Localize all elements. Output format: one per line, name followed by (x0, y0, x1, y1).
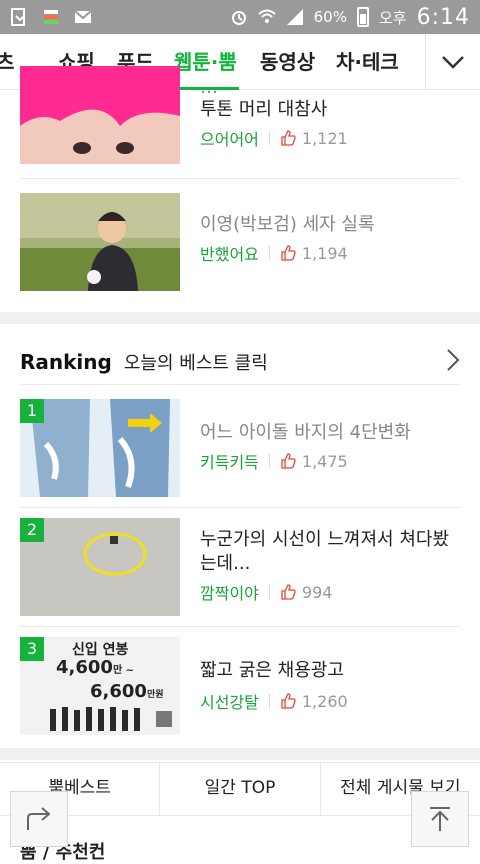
section-gap (0, 312, 480, 324)
thumbs-up-outline-icon (281, 693, 296, 709)
status-bar: 60% 오후 6:14 (0, 0, 480, 34)
chevron-right-icon (446, 348, 460, 376)
tab-sports[interactable]: 츠 (0, 34, 14, 90)
rank-badge: 1 (20, 399, 44, 423)
poster-line3: 6,600만원 (90, 681, 164, 702)
ranking-header[interactable]: Ranking 오늘의 베스트 클릭 (20, 338, 460, 386)
thumbs-up-outline-icon (281, 245, 296, 261)
poster-line2: 4,600만 ~ (56, 657, 134, 678)
thumbnail-child-photo (20, 193, 180, 291)
list-item-nick: 으어어어 (200, 130, 259, 149)
divider (20, 178, 460, 179)
thumbnail-salary-poster: 신입 연봉 4,600만 ~ 6,600만원 3 (20, 637, 180, 735)
footer-tab-daily-top[interactable]: 일간 TOP (160, 763, 321, 815)
ranking-item[interactable]: 1 어느 아이돌 바지의 4단변화 키득키득 1,475 (20, 399, 460, 499)
share-icon (27, 807, 51, 830)
divider (20, 507, 460, 508)
meta-divider (268, 694, 270, 708)
footer-tabs: 뿜베스트 일간 TOP 전체 게시물 보기 (0, 762, 480, 816)
divider (20, 626, 460, 627)
section-gap (0, 748, 480, 760)
meta-divider (268, 246, 270, 260)
ranking-item-likes: 1,475 (301, 451, 348, 471)
ranking-item-nick: 시선강탈 (200, 693, 259, 712)
ranking-item-nick: 깜짝이야 (200, 584, 259, 603)
meta-divider (268, 131, 270, 145)
ranking-item-title: 짧고 굵은 채용광고 (200, 660, 344, 681)
rank-badge: 3 (20, 637, 44, 661)
list-item[interactable]: 이영(박보검) 세자 실록 반했어요 1,194 (20, 193, 460, 293)
thumbs-up-outline-icon (281, 453, 296, 469)
thumbs-up-outline-icon (281, 130, 296, 146)
meta-divider (268, 585, 270, 599)
list-item-title: 이영(박보검) 세자 실록 (200, 214, 375, 235)
thumbnail-pink-hair (20, 66, 180, 164)
battery-icon (356, 7, 369, 27)
list-item-title: 투톤 머리 대참사 (200, 99, 328, 120)
wifi-icon (257, 9, 276, 23)
ranking-item-title: 어느 아이돌 바지의 4단변화 (200, 422, 411, 443)
clock: 6:14 (416, 4, 470, 30)
list-item[interactable]: … 투톤 머리 대참사 으어어어 1,121 (20, 66, 460, 166)
divider (20, 384, 460, 385)
list-item-likes: 1,194 (301, 243, 348, 263)
list-item-title-partial: … (200, 77, 218, 98)
list-item-likes: 1,121 (301, 128, 348, 148)
ranking-item[interactable]: 2 누군가의 시선이 느껴져서 쳐다봤는데... 깜짝이야 994 (20, 518, 460, 618)
poster-line1: 신입 연봉 (72, 642, 129, 658)
ranking-subtitle: 오늘의 베스트 클릭 (123, 353, 268, 374)
mail-icon (74, 10, 92, 23)
thumbnail-jeans: 1 (20, 399, 180, 497)
scroll-top-icon (430, 807, 450, 831)
ranking-item-nick: 키득키득 (200, 453, 259, 472)
ampm: 오후 (378, 8, 407, 27)
share-button[interactable] (10, 791, 68, 847)
ranking-item-likes: 1,260 (301, 691, 348, 711)
download-icon (11, 8, 25, 26)
rank-badge: 2 (20, 518, 44, 542)
signal-icon (286, 9, 303, 25)
scroll-top-button[interactable] (411, 791, 469, 847)
flag-icon (44, 10, 58, 24)
alarm-icon (231, 11, 246, 25)
ranking-item-likes: 994 (301, 582, 333, 602)
ranking-item[interactable]: 신입 연봉 4,600만 ~ 6,600만원 3 짧고 굵은 채용광고 시선강탈… (20, 637, 460, 737)
battery-percent: 60% (313, 8, 347, 26)
ranking-title: Ranking (20, 350, 112, 374)
list-item-nick: 반했어요 (200, 245, 259, 264)
ranking-item-title: 누군가의 시선이 느껴져서 쳐다봤는데... (200, 529, 450, 574)
meta-divider (268, 454, 270, 468)
thumbs-up-outline-icon (281, 584, 296, 600)
status-left-icons (10, 8, 92, 26)
thumbnail-wall-circle: 2 (20, 518, 180, 616)
